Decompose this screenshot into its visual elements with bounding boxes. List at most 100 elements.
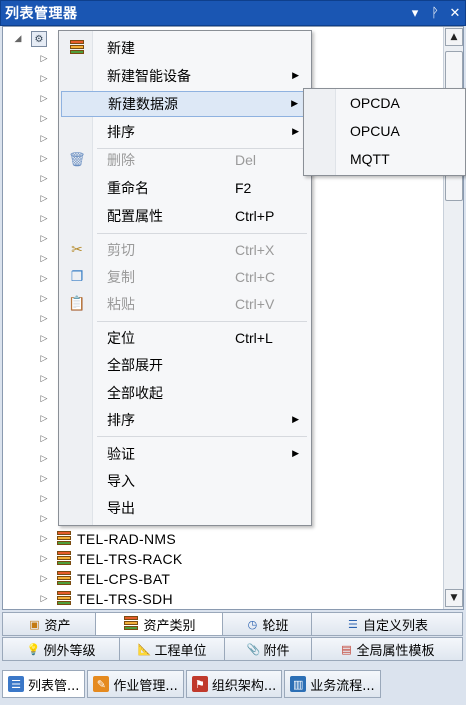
expand-icon[interactable]: ▷ [39, 214, 49, 224]
expand-icon[interactable]: ▷ [39, 334, 49, 344]
expand-icon[interactable]: ▷ [39, 174, 49, 184]
tab-custom-lists[interactable]: ☰ 自定义列表 [311, 612, 463, 636]
expand-icon[interactable]: ▷ [39, 294, 49, 304]
submenu-item-opcda[interactable]: OPCDA [350, 95, 400, 111]
tab-asset-categories[interactable]: 资产类别 [95, 612, 223, 636]
tree-item[interactable]: ▷ [39, 369, 49, 389]
tab-exception-levels[interactable]: 💡 例外等级 [2, 637, 120, 661]
tree-item[interactable]: ▷ [39, 389, 49, 409]
expand-icon[interactable]: ▷ [39, 414, 49, 424]
tree-item[interactable]: ▷ [39, 329, 49, 349]
tree-item[interactable]: ▷ [39, 229, 49, 249]
bottom-tab-job-manager[interactable]: ✎ 作业管理... [87, 670, 184, 698]
scroll-down-button[interactable]: ▼ [445, 589, 463, 607]
submenu-item-mqtt[interactable]: MQTT [350, 151, 390, 167]
tree-item[interactable]: ▷ TEL-TRS-RACK [39, 549, 183, 569]
collapse-icon[interactable]: ◢ [13, 34, 23, 44]
tree-item[interactable]: ▷ [39, 169, 49, 189]
tree-item[interactable]: ▷ [39, 149, 49, 169]
menu-item-rename[interactable]: 重命名 F2 [61, 175, 309, 201]
expand-icon[interactable]: ▷ [39, 154, 49, 164]
expand-icon[interactable]: ▷ [39, 594, 49, 604]
pin-icon[interactable]: ᚹ [425, 6, 445, 21]
tree-item[interactable]: ▷ [39, 209, 49, 229]
scroll-up-button[interactable]: ▲ [445, 28, 463, 46]
bottom-tab-list-manager[interactable]: ☰ 列表管... [2, 670, 86, 698]
expand-icon[interactable]: ▷ [39, 194, 49, 204]
expand-icon[interactable]: ▷ [39, 354, 49, 364]
tree-item[interactable]: ▷ [39, 129, 49, 149]
expand-icon[interactable]: ▷ [39, 134, 49, 144]
expand-icon[interactable]: ▷ [39, 274, 49, 284]
expand-icon[interactable]: ▷ [39, 74, 49, 84]
tab-global-attribute-templates[interactable]: ▤ 全局属性模板 [311, 637, 463, 661]
expand-icon[interactable]: ▷ [39, 574, 49, 584]
menu-item-sort-2[interactable]: 排序 ▶ [61, 407, 309, 433]
bottom-tab-organization[interactable]: ⚑ 组织架构... [185, 670, 283, 698]
dropdown-icon[interactable]: ▾ [405, 6, 425, 21]
expand-icon[interactable]: ▷ [39, 314, 49, 324]
menu-item-copy[interactable]: ❐ 复制 Ctrl+C [61, 264, 309, 290]
tree-item[interactable]: ▷ [39, 469, 49, 489]
expand-icon[interactable]: ▷ [39, 454, 49, 464]
tree-item[interactable]: ▷ [39, 349, 49, 369]
menu-item-expand-all[interactable]: 全部展开 [61, 352, 309, 378]
menu-item-paste[interactable]: 📋 粘贴 Ctrl+V [61, 291, 309, 317]
expand-icon[interactable]: ▷ [39, 94, 49, 104]
gear-icon: ⚙ [31, 31, 47, 47]
tree-item[interactable]: ▷ [39, 449, 49, 469]
menu-item-locate[interactable]: 定位 Ctrl+L [61, 325, 309, 351]
tree-item[interactable]: ▷ [39, 309, 49, 329]
tree-item[interactable]: ▷ [39, 489, 49, 509]
tree-item[interactable]: ▷ [39, 49, 49, 69]
bottom-tab-workflow[interactable]: ▥ 业务流程... [284, 670, 381, 698]
tree-root-row[interactable]: ◢ ⚙ [13, 29, 47, 49]
tree-item[interactable]: ▷ [39, 409, 49, 429]
close-icon[interactable]: ✕ [445, 6, 465, 21]
expand-icon[interactable]: ▷ [39, 434, 49, 444]
tree-item[interactable]: ▷ TEL-TRS-SDH [39, 589, 173, 609]
tree-item[interactable]: ▷ [39, 269, 49, 289]
menu-separator [97, 321, 307, 322]
expand-icon[interactable]: ▷ [39, 54, 49, 64]
menu-item-label: 排序 [107, 413, 135, 429]
expand-icon[interactable]: ▷ [39, 534, 49, 544]
expand-icon[interactable]: ▷ [39, 254, 49, 264]
submenu-item-opcua[interactable]: OPCUA [350, 123, 400, 139]
tree-item[interactable]: ▷ [39, 289, 49, 309]
tree-item[interactable]: ▷ [39, 509, 49, 529]
menu-item-delete[interactable]: 🗑 删除 Del [61, 147, 309, 173]
expand-icon[interactable]: ▷ [39, 394, 49, 404]
tree-item[interactable]: ▷ [39, 69, 49, 89]
menu-item-properties[interactable]: 配置属性 Ctrl+P [61, 203, 309, 229]
tree-item[interactable]: ▷ [39, 429, 49, 449]
menu-item-validate[interactable]: 验证 ▶ [61, 441, 309, 467]
expand-icon[interactable]: ▷ [39, 514, 49, 524]
menu-item-export[interactable]: 导出 [61, 495, 309, 521]
menu-item-cut[interactable]: ✂ 剪切 Ctrl+X [61, 237, 309, 263]
expand-icon[interactable]: ▷ [39, 234, 49, 244]
menu-item-new-smart-device[interactable]: 新建智能设备 ▶ [61, 63, 309, 89]
expand-icon[interactable]: ▷ [39, 114, 49, 124]
tree-item[interactable]: ▷ TEL-CPS-BAT [39, 569, 170, 589]
tree-item[interactable]: ▷ [39, 249, 49, 269]
tab-engineering-units[interactable]: 📐 工程单位 [119, 637, 225, 661]
menu-separator [97, 233, 307, 234]
menu-item-label: 剪切 [107, 243, 135, 259]
expand-icon[interactable]: ▷ [39, 554, 49, 564]
expand-icon[interactable]: ▷ [39, 474, 49, 484]
tree-item[interactable]: ▷ [39, 189, 49, 209]
expand-icon[interactable]: ▷ [39, 374, 49, 384]
tab-attachments[interactable]: 📎 附件 [224, 637, 312, 661]
menu-item-import[interactable]: 导入 [61, 468, 309, 494]
tab-shifts[interactable]: ◷ 轮班 [222, 612, 312, 636]
tab-assets[interactable]: ▣ 资产 [2, 612, 96, 636]
menu-item-new[interactable]: 新建 [61, 35, 309, 61]
menu-item-sort[interactable]: 排序 ▶ [61, 119, 309, 145]
expand-icon[interactable]: ▷ [39, 494, 49, 504]
tree-item[interactable]: ▷ [39, 89, 49, 109]
menu-item-new-datasource[interactable]: 新建数据源 ▶ [61, 91, 309, 117]
menu-item-collapse-all[interactable]: 全部收起 [61, 380, 309, 406]
tree-item[interactable]: ▷ TEL-RAD-NMS [39, 529, 176, 549]
tree-item[interactable]: ▷ [39, 109, 49, 129]
